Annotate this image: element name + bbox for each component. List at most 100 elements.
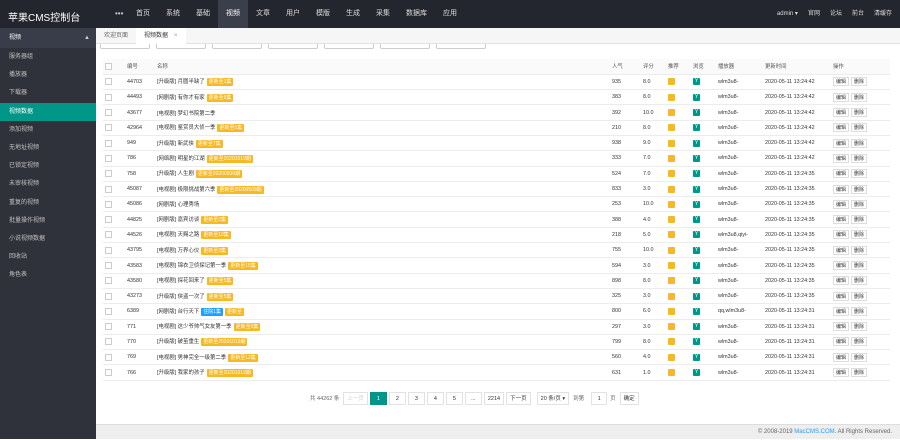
edit-button[interactable]: 编辑 [833, 92, 850, 102]
toolbar-button[interactable] [156, 44, 206, 49]
top-nav-item[interactable]: 采集 [368, 0, 398, 28]
delete-button[interactable]: 删除 [851, 153, 868, 163]
table-row[interactable]: 770 [升级版] 破茧重生 更新至20201019期 799 8.0 Ywlm3u8- 2… [103, 334, 890, 351]
delete-button[interactable]: 删除 [851, 368, 868, 378]
sidebar-item[interactable]: 服务器组 [0, 48, 96, 66]
recommend-toggle[interactable] [668, 246, 675, 254]
delete-button[interactable]: 删除 [851, 215, 868, 225]
video-name[interactable]: [电视剧] 男神完全一级第二季 [157, 355, 226, 361]
top-right-link[interactable]: admin ▾ [777, 0, 798, 28]
edit-button[interactable]: 编辑 [833, 306, 850, 316]
video-name[interactable]: [电视剧] 极限挑战第六季 [157, 187, 215, 193]
top-nav-item[interactable]: 模版 [308, 0, 338, 28]
select-all-checkbox[interactable] [105, 62, 112, 70]
top-right-link[interactable]: 论坛 [830, 0, 842, 28]
page-button[interactable]: ... [464, 391, 482, 405]
sidebar-item[interactable]: 角色表 [0, 266, 96, 284]
page-button[interactable]: 5 [445, 391, 463, 405]
edit-button[interactable]: 编辑 [833, 77, 850, 87]
video-name[interactable]: [网剧版] 嘉宾访谈 [157, 217, 199, 223]
edit-button[interactable]: 编辑 [833, 199, 850, 209]
status-toggle[interactable]: Y [693, 246, 700, 254]
video-name[interactable]: [电视剧] 梦幻书院第二季 [157, 111, 215, 117]
edit-button[interactable]: 编辑 [833, 184, 850, 194]
goto-confirm-button[interactable]: 确定 [619, 391, 639, 405]
top-nav-item[interactable]: 文章 [248, 0, 278, 28]
row-checkbox[interactable] [105, 292, 112, 300]
table-row[interactable]: 45087 [电视剧] 极限挑战第六季 更新至20200509期 833 3.0 Ywlm… [103, 181, 890, 198]
video-name[interactable]: [升级版] 我家的孩子 [157, 370, 205, 376]
sidebar-item[interactable]: 添加视频 [0, 121, 96, 139]
video-name[interactable]: [升级版] 新武侠 [157, 141, 194, 147]
delete-button[interactable]: 删除 [851, 230, 868, 240]
sidebar-item[interactable]: 无地址视频 [0, 139, 96, 157]
toolbar-button[interactable] [268, 44, 318, 49]
top-nav-item[interactable]: 基础 [188, 0, 218, 28]
sidebar-header[interactable]: 视频 ▲ [0, 28, 96, 48]
row-checkbox[interactable] [105, 200, 112, 208]
video-name[interactable]: [升级版] 侠盗一次了 [157, 294, 205, 300]
recommend-toggle[interactable] [668, 93, 675, 101]
table-row[interactable]: 949 [升级版] 新武侠 更新至7集 938 9.0 Ywlm3u8- 2020-05-1… [103, 135, 890, 152]
row-checkbox[interactable] [105, 277, 112, 285]
status-toggle[interactable]: Y [693, 231, 700, 239]
status-toggle[interactable]: Y [693, 323, 700, 331]
sidebar-item[interactable]: 小说视频数据 [0, 230, 96, 248]
menu-toggle-icon[interactable]: ••• [115, 9, 123, 18]
top-right-link[interactable]: 官网 [808, 0, 820, 28]
sidebar-item[interactable]: 视频数据 [0, 102, 96, 121]
sidebar-item[interactable]: 下载器 [0, 84, 96, 102]
recommend-toggle[interactable] [668, 200, 675, 208]
recommend-toggle[interactable] [668, 78, 675, 86]
video-name[interactable]: [电视剧] 探花回来了 [157, 278, 205, 284]
table-row[interactable]: 45086 [网剧版] 心理秀场 253 10.0 Ywlm3u8- 2020-05-11… [103, 196, 890, 213]
edit-button[interactable]: 编辑 [833, 368, 850, 378]
row-checkbox[interactable] [105, 307, 112, 315]
recommend-toggle[interactable] [668, 353, 675, 361]
video-name[interactable]: [电视剧] 这少爷帅气女友第一季 [157, 324, 232, 330]
delete-button[interactable]: 删除 [851, 245, 868, 255]
delete-button[interactable]: 删除 [851, 199, 868, 209]
edit-button[interactable]: 编辑 [833, 245, 850, 255]
prev-page-button[interactable]: 上一页 [343, 391, 368, 405]
table-row[interactable]: 42964 [电视剧] 鉴赏员大侦一季 更新至5集 210 8.0 Ywlm3u8- 202… [103, 120, 890, 136]
top-nav-item[interactable]: 首页 [128, 0, 158, 28]
delete-button[interactable]: 删除 [851, 92, 868, 102]
table-row[interactable]: 43677 [电视剧] 梦幻书院第二季 392 10.0 Ywlm3u8- 2020-05… [103, 104, 890, 121]
row-checkbox[interactable] [105, 170, 112, 178]
status-toggle[interactable]: Y [693, 353, 700, 361]
edit-button[interactable]: 编辑 [833, 291, 850, 301]
table-row[interactable]: 43583 [电视剧] 锦衣卫侦探记第一季 更新至15集 594 3.0 Ywlm3u8-… [103, 257, 890, 274]
toolbar-button[interactable] [100, 44, 150, 49]
edit-button[interactable]: 编辑 [833, 261, 850, 270]
table-row[interactable]: 6389 [网剧版] 台行天下 住院1集 更新至 800 6.0 Yqq,wlm3u8- 20… [103, 303, 890, 320]
edit-button[interactable]: 编辑 [833, 123, 850, 133]
status-toggle[interactable]: Y [693, 369, 700, 377]
tab[interactable]: 欢迎页面 [96, 28, 136, 44]
sidebar-item[interactable]: 批量操作视频 [0, 212, 96, 230]
status-toggle[interactable]: Y [693, 185, 700, 193]
tab[interactable]: 视频数据 × [136, 28, 186, 44]
sidebar-item[interactable]: 未审核视频 [0, 175, 96, 193]
delete-button[interactable]: 删除 [851, 337, 868, 347]
table-row[interactable]: 766 [升级版] 我家的孩子 更新至20201019期 631 1.0 Ywlm3u8-… [103, 364, 890, 381]
status-toggle[interactable]: Y [693, 277, 700, 285]
edit-button[interactable]: 编辑 [833, 108, 850, 118]
edit-button[interactable]: 编辑 [833, 337, 850, 347]
row-checkbox[interactable] [105, 323, 112, 331]
status-toggle[interactable]: Y [693, 139, 700, 147]
row-checkbox[interactable] [105, 338, 112, 346]
recommend-toggle[interactable] [668, 109, 675, 117]
top-nav-item[interactable]: 数据库 [398, 0, 435, 28]
row-checkbox[interactable] [105, 124, 112, 132]
row-checkbox[interactable] [105, 185, 112, 193]
page-button[interactable]: 1 [369, 391, 387, 405]
top-right-link[interactable]: 清缓存 [874, 0, 892, 28]
recommend-toggle[interactable] [668, 216, 675, 224]
status-toggle[interactable]: Y [693, 93, 700, 101]
edit-button[interactable]: 编辑 [833, 169, 850, 179]
status-toggle[interactable]: Y [693, 78, 700, 86]
status-toggle[interactable]: Y [693, 109, 700, 117]
edit-button[interactable]: 编辑 [833, 230, 850, 240]
recommend-toggle[interactable] [668, 369, 675, 377]
